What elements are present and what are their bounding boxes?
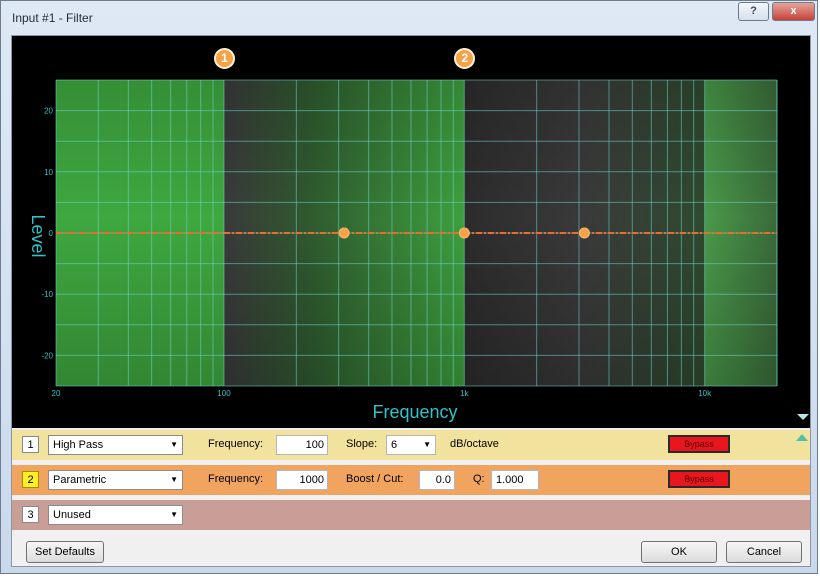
filter-type-value-2: Parametric bbox=[53, 474, 107, 486]
response-chart[interactable]: 20 100 1k 10k20100-10-20 Level Frequency bbox=[12, 36, 810, 428]
dialog-button-bar: Set Defaults OK Cancel bbox=[12, 535, 810, 567]
y-tick-label: -10 bbox=[41, 290, 53, 299]
slope-value: 6 bbox=[391, 439, 398, 451]
filter-type-select-3[interactable]: Unused ▼ bbox=[48, 505, 183, 525]
filter-type-select-1[interactable]: High Pass ▼ bbox=[48, 435, 183, 455]
filter-row-1: 1 High Pass ▼ Frequency: 100 Slope: 6 ▼ … bbox=[12, 430, 810, 460]
filter-type-select-2[interactable]: Parametric ▼ bbox=[48, 470, 183, 490]
y-tick-label: 20 bbox=[44, 107, 53, 116]
bypass-button-1[interactable]: Bypass bbox=[668, 435, 730, 453]
y-tick-label: 0 bbox=[49, 229, 54, 238]
slope-label: Slope: bbox=[346, 438, 378, 450]
filter-number-2[interactable]: 2 bbox=[22, 471, 39, 488]
filter-row-3: 3 Unused ▼ bbox=[12, 500, 810, 530]
filter-number-3[interactable]: 3 bbox=[22, 506, 39, 523]
filter-marker-badge[interactable]: 1 bbox=[213, 48, 235, 69]
dialog-client-area: 20 100 1k 10k 20 10 0 -10 -20 Level Frequency 12… bbox=[11, 35, 811, 567]
collapse-down-icon[interactable] bbox=[797, 414, 809, 420]
filter-point bbox=[338, 227, 350, 239]
filter-number-1[interactable]: 1 bbox=[22, 436, 39, 453]
filter-point bbox=[458, 227, 470, 239]
x-tick-label: 100 bbox=[217, 389, 231, 398]
filter-type-value-1: High Pass bbox=[53, 439, 104, 451]
x-tick-label: 1k bbox=[460, 389, 469, 398]
q-input[interactable]: 1.000 bbox=[491, 470, 539, 490]
boost-cut-label: Boost / Cut: bbox=[346, 473, 404, 485]
frequency-label-2: Frequency: bbox=[208, 473, 264, 485]
ok-button[interactable]: OK bbox=[641, 541, 717, 563]
slope-select[interactable]: 6 ▼ bbox=[386, 435, 436, 455]
collapse-up-icon[interactable] bbox=[796, 434, 808, 441]
window-title: Input #1 - Filter bbox=[12, 11, 93, 25]
filter-point bbox=[578, 227, 590, 239]
help-button[interactable]: ? bbox=[738, 2, 769, 21]
title-bar[interactable]: Input #1 - Filter ? x bbox=[1, 1, 817, 35]
filter-type-value-3: Unused bbox=[53, 509, 91, 521]
close-button[interactable]: x bbox=[772, 2, 815, 21]
y-axis-label: Level bbox=[28, 214, 48, 257]
cancel-button[interactable]: Cancel bbox=[726, 541, 802, 563]
filter-row-2: 2 Parametric ▼ Frequency: 1000 Boost / C… bbox=[12, 465, 810, 495]
q-label: Q: bbox=[473, 473, 485, 485]
x-tick-label: 20 bbox=[52, 389, 61, 398]
chevron-down-icon: ▼ bbox=[170, 475, 178, 484]
frequency-label-1: Frequency: bbox=[208, 438, 264, 450]
slope-unit-label: dB/octave bbox=[450, 438, 499, 450]
y-tick-label: -20 bbox=[41, 351, 53, 360]
chevron-down-icon: ▼ bbox=[170, 440, 178, 449]
frequency-response-plot[interactable]: 20 100 1k 10k 20 10 0 -10 -20 Level Frequency 12 bbox=[12, 36, 810, 428]
y-tick-label: 10 bbox=[44, 168, 53, 177]
chevron-down-icon: ▼ bbox=[423, 440, 431, 449]
bypass-button-2[interactable]: Bypass bbox=[668, 470, 730, 488]
frequency-input-2[interactable]: 1000 bbox=[276, 470, 328, 490]
x-axis-label: Frequency bbox=[372, 402, 457, 422]
filter-dialog: Input #1 - Filter ? x 20 100 1k 10k 20 1… bbox=[0, 0, 818, 574]
frequency-input-1[interactable]: 100 bbox=[276, 435, 328, 455]
chevron-down-icon: ▼ bbox=[170, 510, 178, 519]
boost-cut-input[interactable]: 0.0 bbox=[419, 470, 455, 490]
x-tick-label: 10k bbox=[698, 389, 712, 398]
set-defaults-button[interactable]: Set Defaults bbox=[26, 541, 104, 563]
